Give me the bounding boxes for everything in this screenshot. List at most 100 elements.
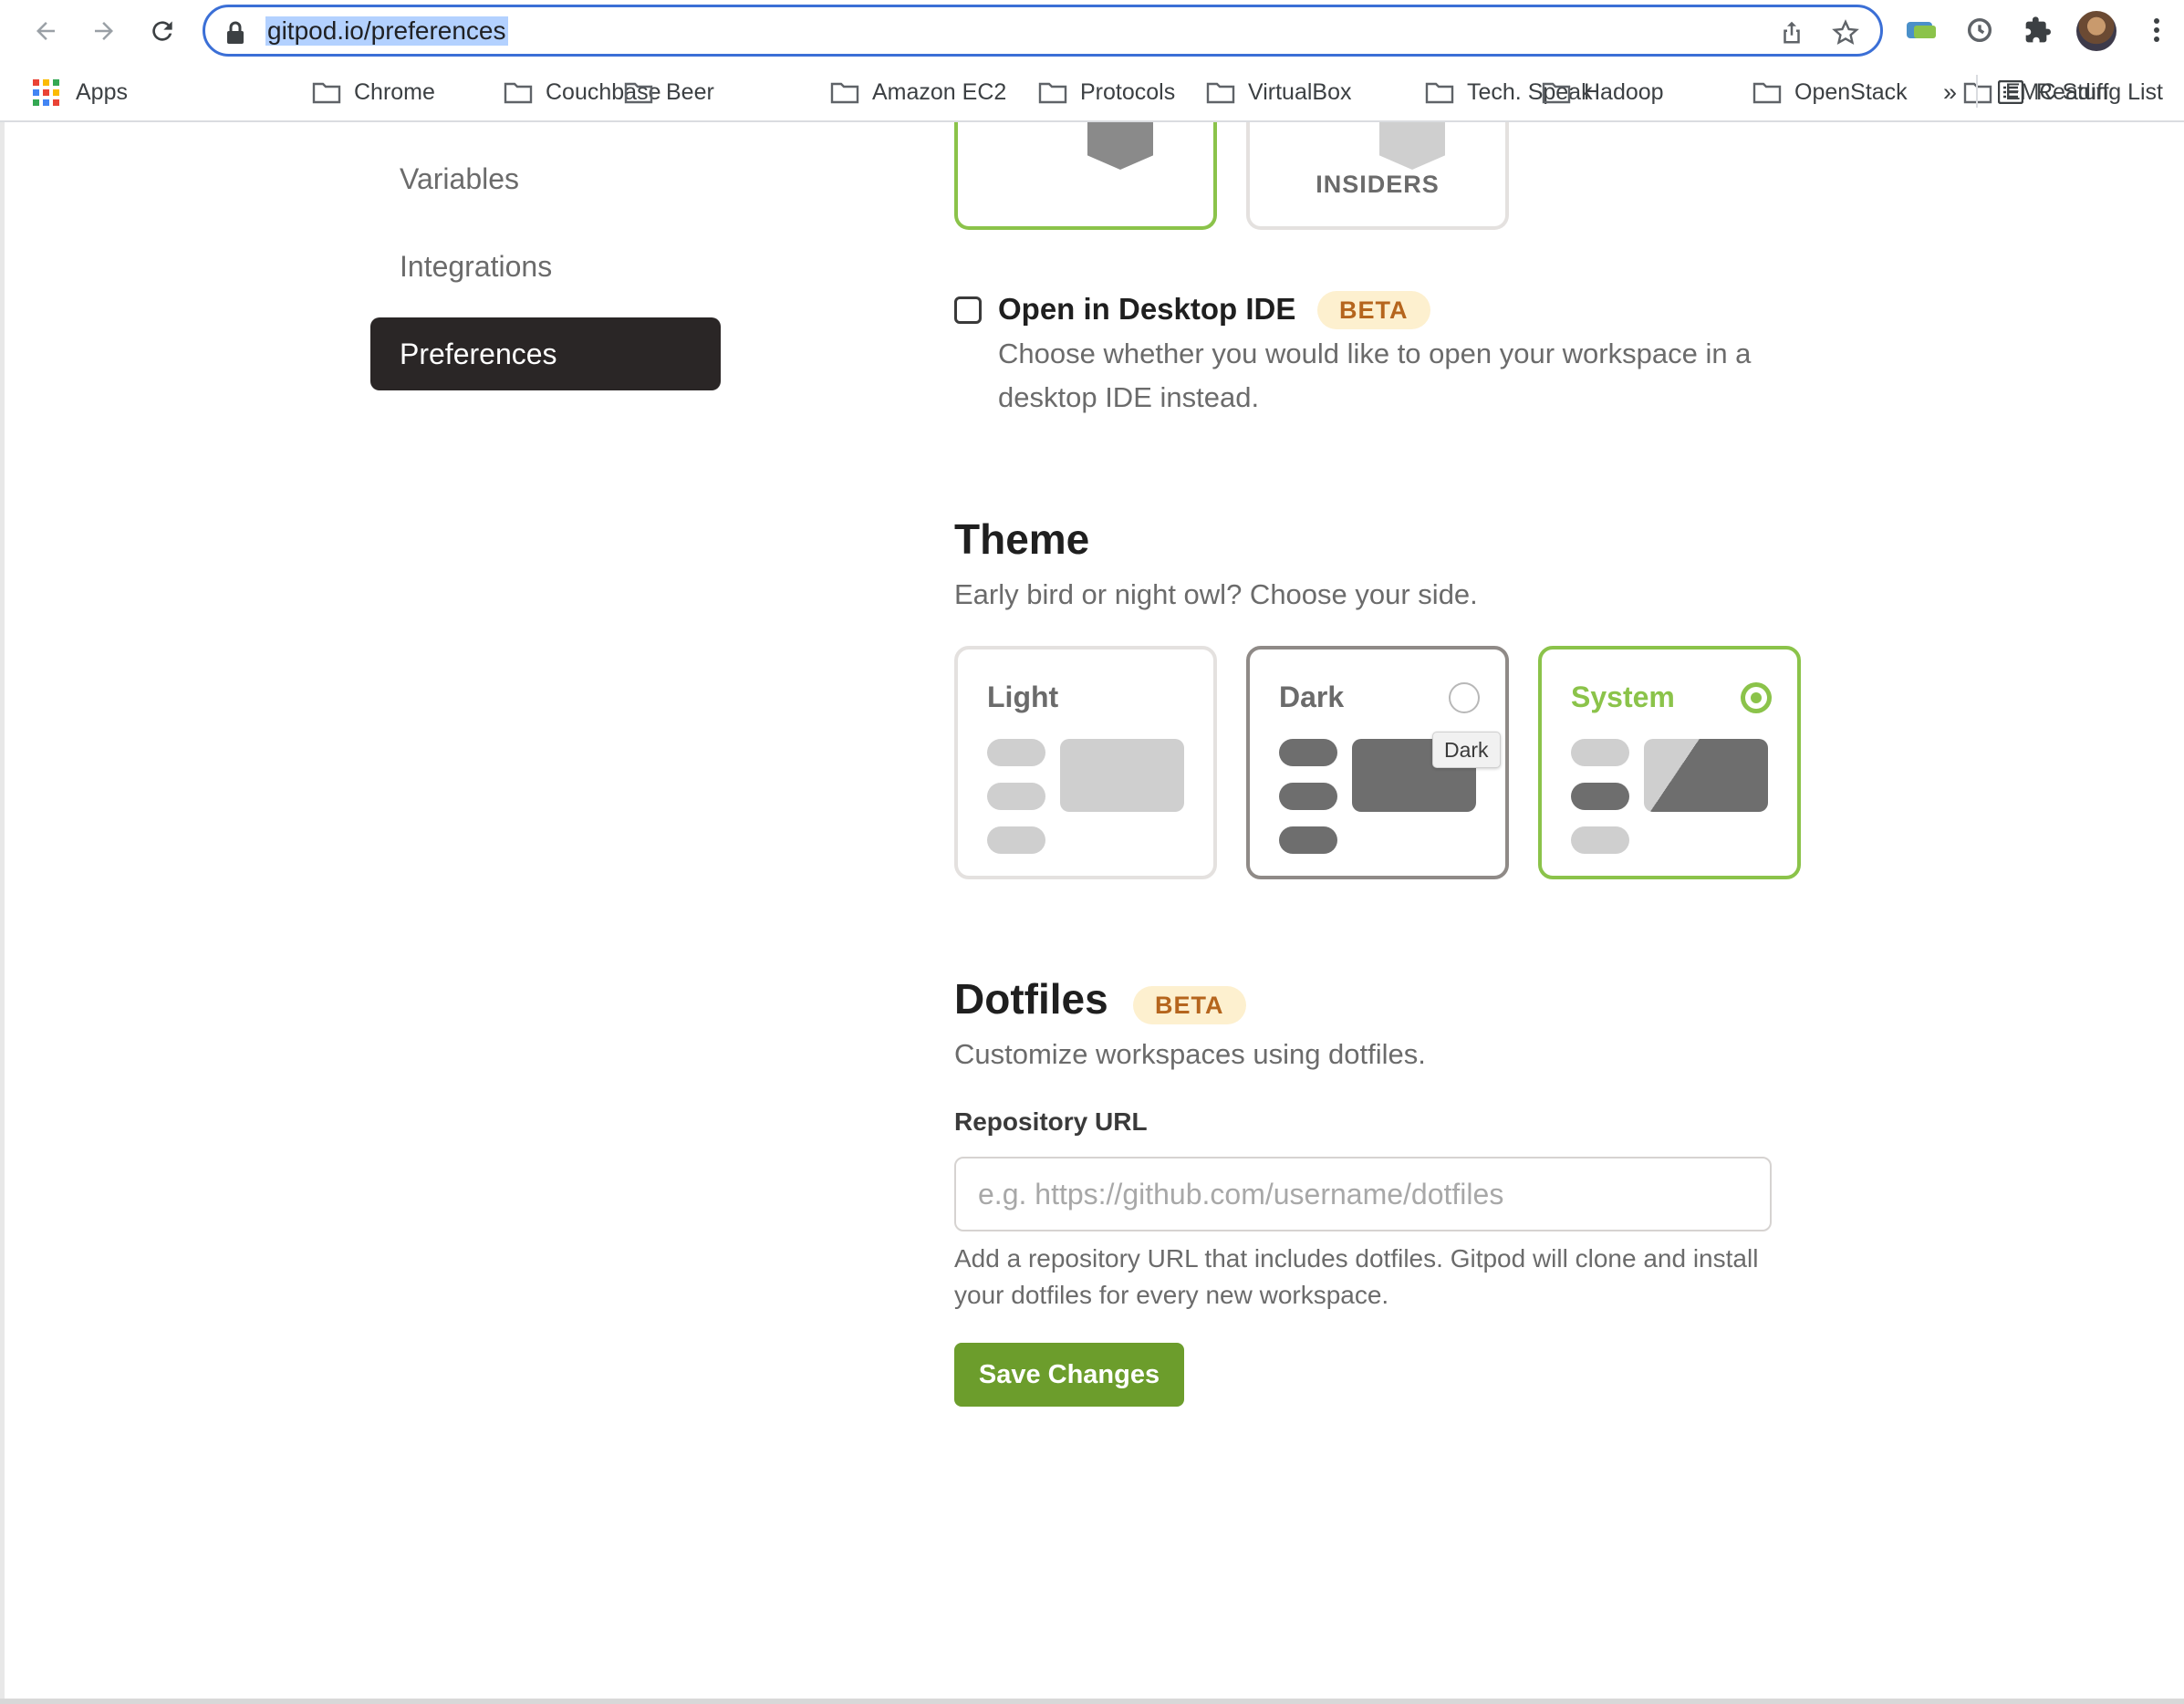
- sync-extension-button[interactable]: [1961, 12, 1998, 48]
- bookmark-folder[interactable]: VirtualBox: [1206, 75, 1352, 109]
- theme-preview-pill: [987, 783, 1045, 810]
- reading-list-label: Reading List: [2036, 78, 2163, 105]
- theme-heading: Theme: [954, 515, 1090, 563]
- desktop-ide-label[interactable]: Open in Desktop IDE: [998, 292, 1295, 327]
- reload-button[interactable]: [140, 9, 184, 53]
- desktop-ide-description: Choose whether you would like to open yo…: [998, 338, 1752, 413]
- theme-option-label: Light: [987, 681, 1059, 713]
- back-button[interactable]: [24, 9, 68, 53]
- bookmark-apps[interactable]: Apps: [33, 75, 128, 109]
- background-window-edge: [0, 122, 5, 1704]
- bookmarks-separator: [1976, 75, 1978, 108]
- folder-icon: [830, 82, 859, 104]
- bookmark-label: OpenStack: [1794, 78, 1908, 105]
- share-icon[interactable]: [1778, 18, 1805, 46]
- theme-option-system[interactable]: System: [1538, 646, 1801, 879]
- bookmark-folder[interactable]: Beer: [624, 75, 714, 109]
- bookmark-label: Amazon EC2: [872, 78, 1007, 105]
- sidebar-item-label: Integrations: [400, 250, 553, 283]
- theme-radio-dark[interactable]: [1449, 682, 1480, 713]
- bookmark-folder[interactable]: OpenStack: [1752, 75, 1908, 109]
- folder-icon: [1752, 82, 1782, 104]
- forward-button[interactable]: [82, 9, 126, 53]
- theme-option-label: Dark: [1279, 681, 1345, 713]
- folder-icon: [504, 82, 533, 104]
- folder-icon: [624, 82, 653, 104]
- folder-icon: [1963, 82, 1992, 104]
- theme-preview-pill: [1571, 739, 1629, 766]
- folder-icon: [1038, 82, 1067, 104]
- bookmark-folder[interactable]: Amazon EC2: [830, 75, 1006, 109]
- bookmark-label: Apps: [76, 78, 128, 105]
- bookmark-label: Protocols: [1080, 78, 1176, 105]
- theme-radio-system-selected[interactable]: [1741, 682, 1772, 713]
- extensions-button[interactable]: [2020, 12, 2056, 48]
- desktop-ide-beta-badge: BETA: [1317, 291, 1430, 329]
- bookmark-label: Hadoop: [1584, 78, 1664, 105]
- sidebar-item-label: Variables: [400, 162, 520, 195]
- bookmark-label: Beer: [666, 78, 714, 105]
- repository-url-help: Add a repository URL that includes dotfi…: [954, 1244, 1759, 1309]
- bookmark-star-icon[interactable]: [1831, 18, 1860, 47]
- folder-icon: [1542, 82, 1571, 104]
- apps-grid-icon: [33, 78, 59, 106]
- dark-theme-tooltip: Dark: [1432, 732, 1501, 768]
- dotfiles-heading: Dotfiles: [954, 975, 1108, 1023]
- theme-preview-panel: [1060, 739, 1184, 812]
- window-bottom-edge: [0, 1699, 2184, 1704]
- lock-icon: [227, 21, 244, 44]
- folder-icon: [1206, 82, 1235, 104]
- address-bar[interactable]: gitpod.io/preferences: [203, 5, 1883, 57]
- folder-icon: [312, 82, 341, 104]
- reading-list-icon: [1998, 80, 2023, 104]
- profile-avatar[interactable]: [2076, 11, 2116, 51]
- kebab-menu-icon: [2154, 18, 2159, 42]
- theme-option-label: System: [1571, 681, 1675, 713]
- puzzle-icon: [2025, 16, 2051, 43]
- ide-option-label: INSIDERS: [1316, 171, 1440, 198]
- dotfiles-subtitle: Customize workspaces using dotfiles.: [954, 1038, 1426, 1070]
- extension-button[interactable]: [1903, 12, 1940, 48]
- theme-preview-pill: [1279, 826, 1337, 854]
- dotfiles-beta-badge: BETA: [1133, 986, 1246, 1024]
- arrow-right-icon: [95, 22, 113, 40]
- sidebar-item-preferences[interactable]: Preferences: [370, 317, 721, 390]
- theme-preview-pill: [1571, 826, 1629, 854]
- bookmarks-bar: Apps Chrome Couchbase Beer Amazon EC2 Protoc…: [0, 62, 2184, 122]
- reload-icon: [152, 21, 172, 41]
- reading-list-button[interactable]: Reading List: [1998, 75, 2163, 109]
- save-changes-button[interactable]: Save Changes: [954, 1343, 1184, 1407]
- menu-button[interactable]: [2138, 12, 2175, 48]
- bookmark-folder[interactable]: Hadoop: [1542, 75, 1664, 109]
- radio-ring: [1745, 687, 1767, 709]
- overflow-chevron: »: [1943, 78, 1958, 106]
- bookmark-label: Chrome: [354, 78, 435, 105]
- bookmark-folder[interactable]: Chrome: [312, 75, 435, 109]
- ide-logo-icon: [1087, 122, 1153, 170]
- theme-preview-pill: [1571, 783, 1629, 810]
- url-text[interactable]: gitpod.io/preferences: [265, 16, 508, 46]
- sidebar-item-variables[interactable]: Variables: [370, 142, 721, 215]
- theme-preview-pill: [1279, 783, 1337, 810]
- sidebar-item-label: Preferences: [400, 338, 557, 370]
- desktop-ide-checkbox[interactable]: [954, 296, 982, 324]
- sidebar-item-integrations[interactable]: Integrations: [370, 230, 721, 303]
- folder-icon: [1425, 82, 1454, 104]
- repository-url-input[interactable]: [954, 1157, 1772, 1231]
- ide-option-stable[interactable]: [954, 122, 1217, 230]
- theme-option-light[interactable]: Light: [954, 646, 1217, 879]
- theme-subtitle: Early bird or night owl? Choose your sid…: [954, 578, 1478, 610]
- repository-url-label: Repository URL: [954, 1107, 1148, 1136]
- theme-preview-pill: [987, 826, 1045, 854]
- theme-preview-pill: [1279, 739, 1337, 766]
- theme-preview-pill: [987, 739, 1045, 766]
- bookmark-label: VirtualBox: [1248, 78, 1352, 105]
- browser-toolbar: gitpod.io/preferences: [0, 0, 2184, 62]
- extension-card-icon: [1907, 22, 1936, 38]
- arrow-left-icon: [36, 22, 55, 40]
- bookmarks-overflow-button[interactable]: »: [1943, 75, 1957, 109]
- ide-option-insiders[interactable]: INSIDERS: [1246, 122, 1509, 230]
- sync-icon: [1967, 17, 1992, 43]
- radio-dot: [1751, 692, 1762, 703]
- bookmark-folder[interactable]: Protocols: [1038, 75, 1175, 109]
